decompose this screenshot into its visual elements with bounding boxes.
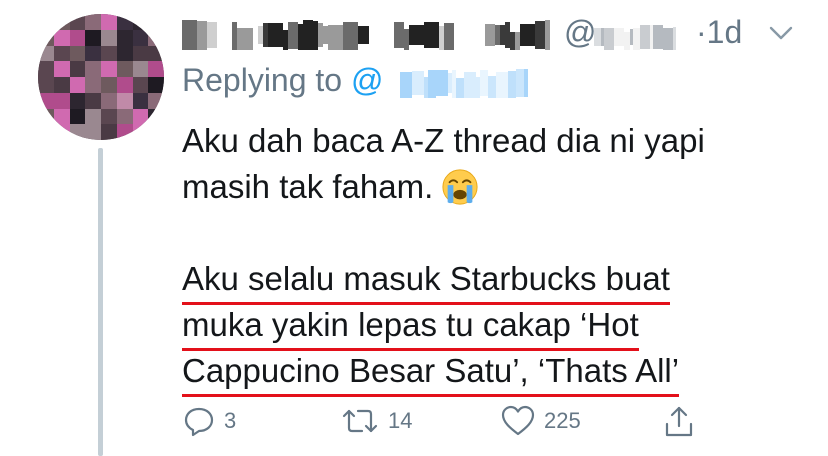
replying-to-label: Replying to [182,62,351,98]
display-name-censored[interactable] [182,20,551,50]
reply-button[interactable]: 3 [182,404,236,438]
like-button[interactable]: 225 [500,404,581,438]
tweet-line-3: Aku selalu masuk Starbucks buat [182,256,802,305]
retweet-count: 14 [388,408,413,433]
replying-to-at[interactable]: @ [351,62,383,98]
share-icon [665,406,693,437]
tweet: @ ·1d Replying to @ Aku dah baca A-Z thr… [0,0,828,456]
tweet-actions: 3 14 225 [182,404,802,450]
tweet-timestamp[interactable]: ·1d [696,14,742,51]
highlighted-text-2: muka yakin lepas tu cakap ‘Hot [182,302,639,351]
tweet-line-2-text: masih tak faham. [182,168,434,205]
handle-censored[interactable] [594,24,677,50]
highlighted-text-3: Cappucino Besar Satu’, ‘Thats All’ [182,348,680,397]
highlighted-text-1: Aku selalu masuk Starbucks buat [182,256,670,305]
reply-icon [184,407,214,437]
heart-icon [501,405,535,436]
retweet-icon [342,409,378,433]
avatar[interactable] [38,14,164,140]
retweet-button[interactable]: 14 [340,404,412,438]
tweet-header: @ ·1d [182,10,802,54]
tweet-line-5: Cappucino Besar Satu’, ‘Thats All’ [182,348,802,397]
handle-at[interactable]: @ [564,14,596,51]
tweet-line-2: masih tak faham. [182,164,802,210]
replying-to: Replying to @ [182,62,383,99]
thread-line [98,148,103,456]
tweet-text: Aku dah baca A-Z thread dia ni yapi masi… [182,118,802,397]
like-count: 225 [544,408,581,433]
replying-to-handle-censored[interactable] [400,68,528,98]
tweet-line-1: Aku dah baca A-Z thread dia ni yapi [182,122,705,159]
tweet-line-4: muka yakin lepas tu cakap ‘Hot [182,302,802,351]
chevron-down-icon[interactable] [768,24,794,42]
crying-face-icon [442,169,478,205]
share-button[interactable] [662,404,696,440]
reply-count: 3 [224,408,237,433]
